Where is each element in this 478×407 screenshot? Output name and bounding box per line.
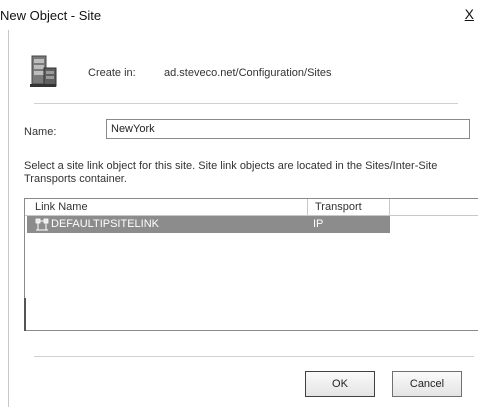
- separator-top: [34, 103, 458, 104]
- close-icon[interactable]: X: [465, 6, 474, 22]
- close-glyph: X: [464, 6, 474, 22]
- site-container-icon: [30, 55, 57, 87]
- column-link-name[interactable]: Link Name: [35, 201, 88, 213]
- window-left-border: [8, 30, 9, 407]
- site-link-list[interactable]: Link Name Transport DEFAULTIPSITELINK IP: [24, 198, 478, 331]
- row-transport: IP: [313, 218, 324, 230]
- list-edge-marker: [24, 298, 26, 331]
- name-input[interactable]: [106, 119, 470, 139]
- table-row[interactable]: DEFAULTIPSITELINK IP: [27, 216, 390, 233]
- title-bar: New Object - Site X: [0, 0, 478, 30]
- name-label: Name:: [24, 126, 57, 138]
- site-link-description: Select a site link object for this site.…: [24, 160, 438, 185]
- row-link-name: DEFAULTIPSITELINK: [51, 218, 159, 230]
- column-divider[interactable]: [307, 199, 308, 215]
- window-title: New Object - Site: [0, 8, 102, 23]
- create-in-path: ad.steveco.net/Configuration/Sites: [164, 67, 332, 79]
- column-transport[interactable]: Transport: [315, 201, 362, 213]
- create-in-label: Create in:: [88, 67, 136, 79]
- list-header: Link Name Transport: [25, 199, 478, 216]
- ok-button[interactable]: OK: [305, 371, 375, 397]
- cancel-button[interactable]: Cancel: [392, 371, 462, 397]
- column-divider[interactable]: [389, 199, 390, 215]
- site-link-icon: [35, 218, 49, 231]
- separator-bottom: [34, 356, 474, 357]
